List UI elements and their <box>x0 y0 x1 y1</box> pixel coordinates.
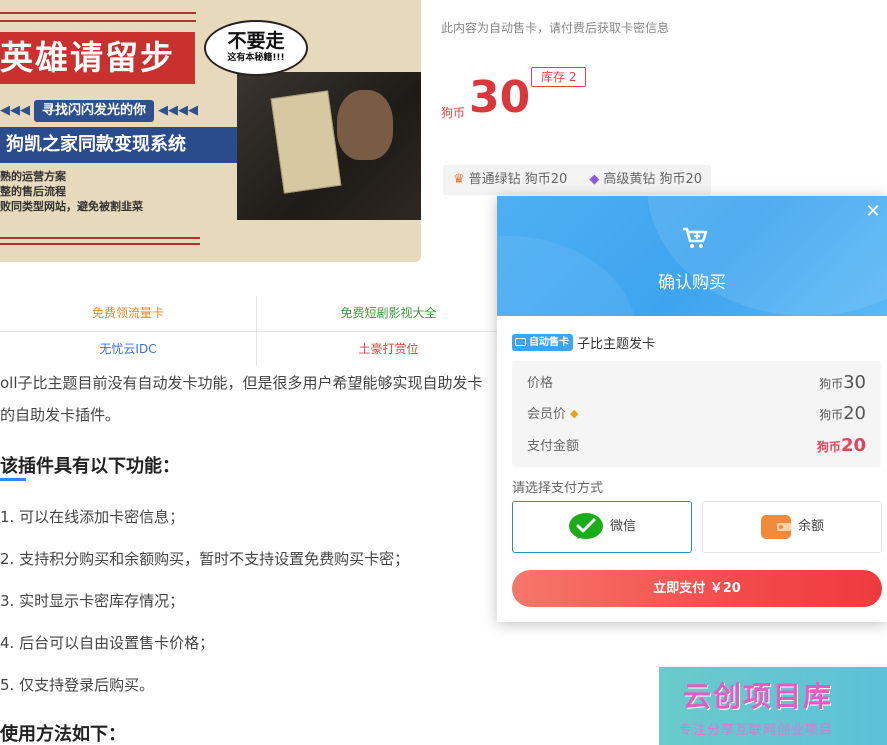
modal-product: 自动售卡 子比主题发卡 <box>512 332 656 352</box>
wechat-icon <box>568 513 603 539</box>
movie-still-photo <box>237 72 421 220</box>
pay-method-wechat-label: 微信 <box>609 519 636 534</box>
pay-now-button[interactable]: 立即支付 ￥20 <box>512 570 882 607</box>
banner-title: 英雄请留步 <box>0 32 195 84</box>
arrows-left: ◀◀◀ <box>0 103 30 118</box>
link-wuyou-idc[interactable]: 无忧云IDC <box>0 331 256 366</box>
summary-row-price: 价格 狗币30 <box>527 371 866 393</box>
banner-feature: 熟的运营方案 <box>0 170 66 183</box>
photo-face <box>337 90 393 160</box>
link-free-short-drama[interactable]: 免费短剧影视大全 <box>256 296 520 331</box>
heading-underline <box>0 478 26 481</box>
wallet-icon <box>760 515 791 539</box>
pay-amount-number: 20 <box>840 435 866 456</box>
pay-method-wechat[interactable]: 微信 <box>512 501 692 553</box>
banner-subtitle: 狗凯之家同款变现系统 <box>0 127 238 163</box>
decorative-lines <box>0 12 196 22</box>
article-heading-usage: 使用方法如下： <box>0 724 126 745</box>
price-label: 价格 <box>527 376 554 391</box>
feature-list-item: 1. 可以在线添加卡密信息； <box>0 508 185 526</box>
pay-amount-value: 狗币20 <box>817 435 866 456</box>
arrows-right: ◀◀◀◀ <box>158 103 199 118</box>
watermark-slogan: 专注分享互联网创业项目 <box>679 723 834 738</box>
purchase-confirm-modal: ✕ 确认购买 自动售卡 子比主题发卡 价格 狗币30 会员价 ◆ 狗币20 支付金额 <box>497 196 887 622</box>
feature-list-item: 4. 后台可以自由设置售卡价格； <box>0 634 215 652</box>
banner-tagline: ◀◀◀ 寻找闪闪发光的你 ◀◀◀◀ <box>0 100 220 122</box>
member-price-value: 狗币20 <box>819 403 866 424</box>
price-summary: 价格 狗币30 会员价 ◆ 狗币20 支付金额 狗币20 <box>512 361 881 467</box>
decorative-lines <box>0 237 200 245</box>
auto-sale-notice: 此内容为自动售卡，请付费后获取卡密信息 <box>441 21 670 35</box>
banner-features: 熟的运营方案 整的售后流程 败同类型网站，避免被割韭菜 <box>0 169 240 214</box>
pay-method-balance[interactable]: 余额 <box>702 501 882 553</box>
photo-card <box>270 90 342 194</box>
payment-method-label: 请选择支付方式 <box>512 481 604 496</box>
price-currency: 狗币 <box>441 106 466 120</box>
banner-feature: 整的售后流程 <box>0 185 66 198</box>
member-price-number: 20 <box>843 403 866 424</box>
bubble-main-text: 不要走 <box>227 30 285 52</box>
promo-links-table: 免费领流量卡 免费短剧影视大全 无忧云IDC 土豪打赏位 <box>0 296 520 366</box>
pay-method-balance-label: 余额 <box>797 519 824 534</box>
stock-badge: 库存 2 <box>531 67 587 87</box>
product-cover-image: 英雄请留步 ◀◀◀ 寻找闪闪发光的你 ◀◀◀◀ 狗凯之家同款变现系统 熟的运营方案 … <box>0 0 421 262</box>
currency-unit: 狗币 <box>816 440 841 454</box>
feature-list-item: 2. 支持积分购买和余额购买，暂时不支持设置免费购买卡密； <box>0 550 410 568</box>
summary-row-member: 会员价 ◆ 狗币20 <box>527 402 866 424</box>
speech-bubble: 不要走 这有本秘籍!!! <box>204 20 308 76</box>
page: 英雄请留步 ◀◀◀ 寻找闪闪发光的你 ◀◀◀◀ 狗凯之家同款变现系统 熟的运营方案 … <box>0 0 887 745</box>
tier-normal: 普通绿钻 狗币20 <box>468 172 568 187</box>
auto-sale-badge: 自动售卡 <box>512 334 573 351</box>
feature-list-item: 5. 仅支持登录后购买。 <box>0 676 155 694</box>
product-name: 子比主题发卡 <box>577 337 656 352</box>
bubble-sub-text: 这有本秘籍!!! <box>227 53 285 63</box>
pay-amount-label: 支付金额 <box>527 439 580 454</box>
diamond-icon: ◆ <box>570 407 579 420</box>
member-price-label-text: 会员价 <box>527 407 567 422</box>
price-amount: 30 <box>469 72 531 123</box>
article-heading-features: 该插件具有以下功能： <box>0 456 180 477</box>
diamond-icon: ◆ <box>589 172 600 187</box>
price-number: 30 <box>843 372 866 393</box>
auto-sale-badge-label: 自动售卡 <box>529 337 569 348</box>
header-decoration <box>647 196 887 316</box>
article-paragraph: 的自助发卡插件。 <box>0 406 121 424</box>
member-price-label: 会员价 ◆ <box>527 405 578 424</box>
modal-header: ✕ 确认购买 <box>497 196 887 316</box>
cart-icon <box>683 227 708 248</box>
site-watermark-logo: 云创项目库 专注分享互联网创业项目 <box>659 667 887 745</box>
crown-icon: ♛ <box>453 172 465 187</box>
banner-feature: 败同类型网站，避免被割韭菜 <box>0 200 143 213</box>
currency-unit: 狗币 <box>819 377 844 391</box>
close-icon[interactable]: ✕ <box>865 203 881 221</box>
link-free-sim-card[interactable]: 免费领流量卡 <box>0 296 256 331</box>
banner-tagline-text: 寻找闪闪发光的你 <box>34 100 155 122</box>
member-price-tiers: ♛ 普通绿钻 狗币20 ◆ 高级黄钻 狗币20 <box>443 165 711 195</box>
feature-list-item: 3. 实时显示卡密库存情况； <box>0 592 185 610</box>
link-tip-spot[interactable]: 土豪打赏位 <box>256 331 520 366</box>
article-paragraph: oll子比主题目前没有自动发卡功能，但是很多用户希望能够实现自助发卡 <box>0 374 483 392</box>
price-value: 狗币30 <box>819 372 866 393</box>
modal-title: 确认购买 <box>658 273 726 293</box>
currency-unit: 狗币 <box>819 408 844 422</box>
tier-senior: 高级黄钻 狗币20 <box>603 172 703 187</box>
card-icon <box>515 338 526 346</box>
watermark-title: 云创项目库 <box>683 680 834 713</box>
summary-row-pay: 支付金额 狗币20 <box>527 434 866 456</box>
